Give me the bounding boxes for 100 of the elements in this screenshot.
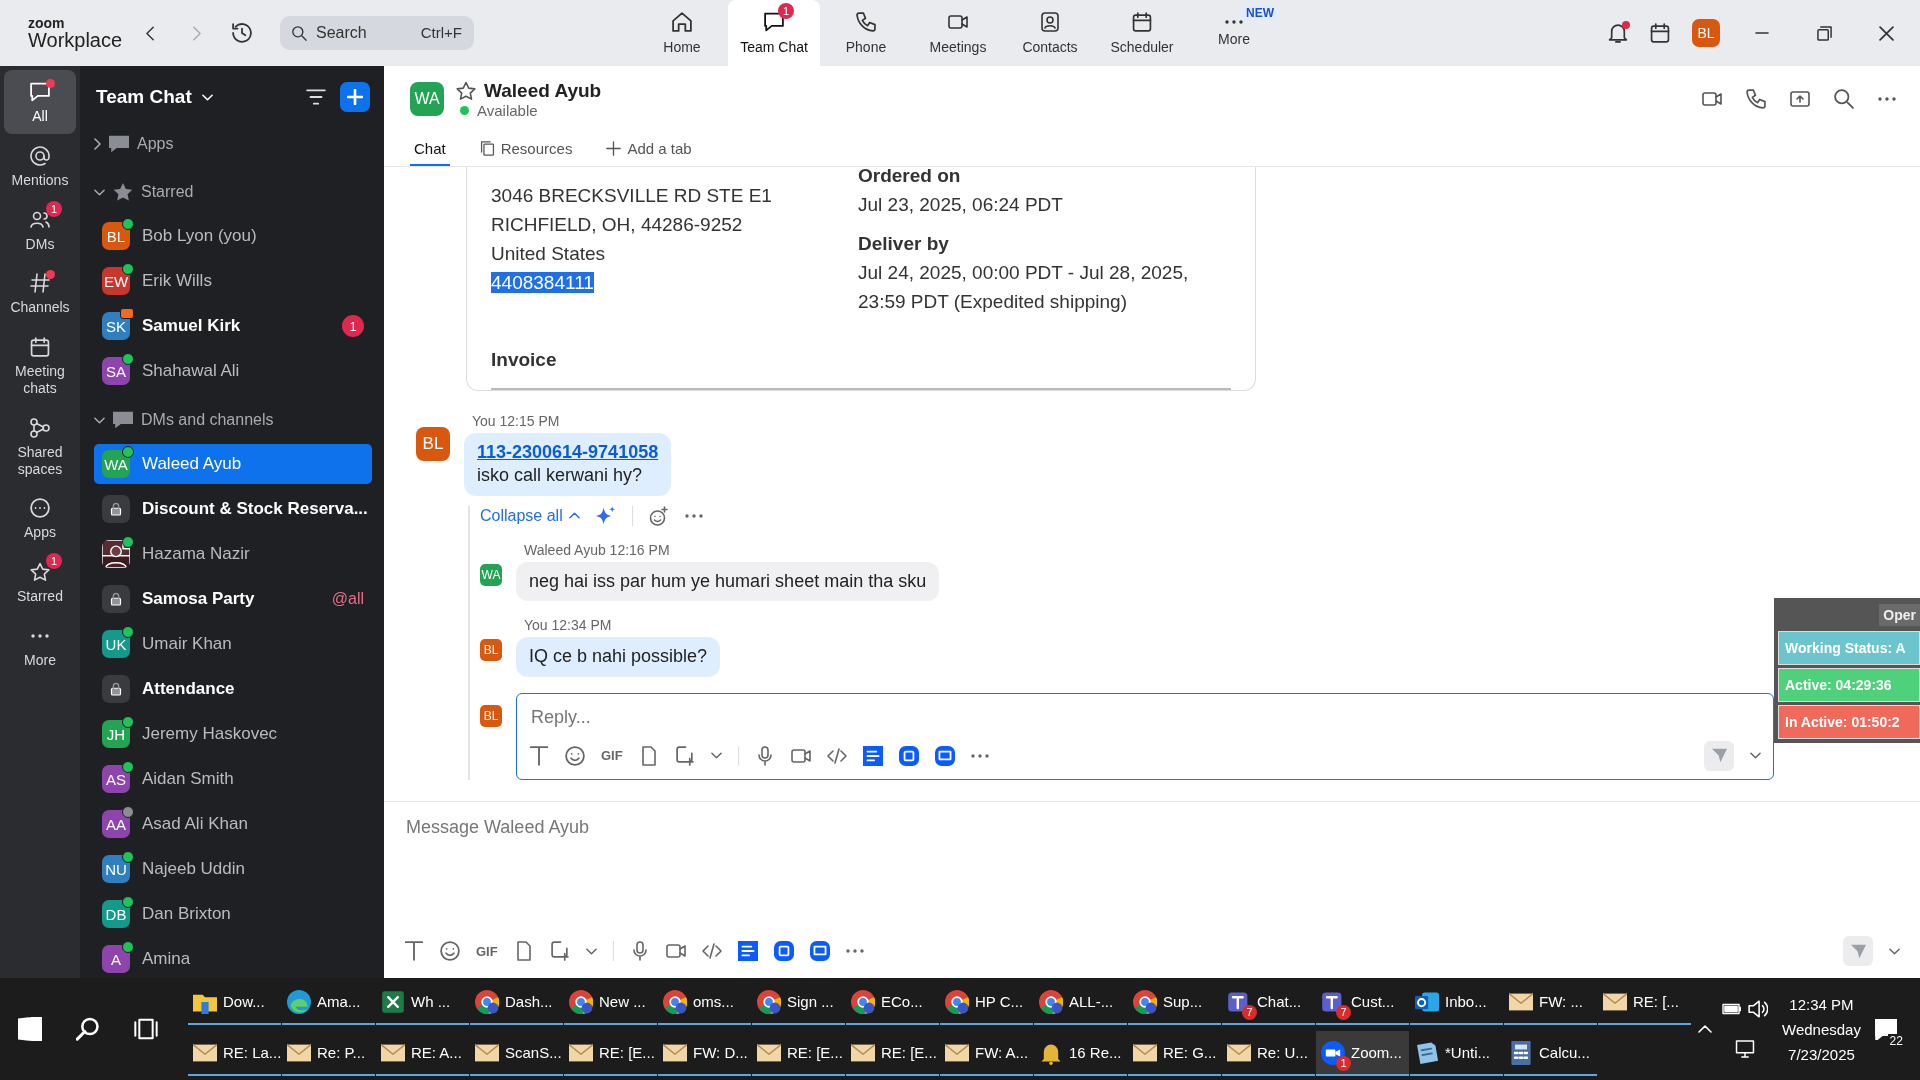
toolbar-button[interactable]: [585, 947, 597, 955]
send-button[interactable]: [1843, 936, 1873, 966]
toolbar-button[interactable]: [737, 941, 758, 961]
rail-item[interactable]: Shared spaces: [4, 405, 76, 487]
rail-item[interactable]: More: [4, 613, 76, 678]
conversation-item[interactable]: JH Jeremy Haskovec: [94, 714, 372, 754]
add-reaction-icon[interactable]: [648, 505, 669, 526]
rail-item[interactable]: Channels: [4, 261, 76, 326]
rail-item[interactable]: Apps: [4, 486, 76, 551]
taskbar-item[interactable]: 16 Re...: [1034, 1031, 1127, 1076]
open-button[interactable]: Oper: [1879, 604, 1920, 626]
taskbar-item[interactable]: ScanS...: [470, 1031, 563, 1076]
share-screen-icon[interactable]: [1790, 89, 1810, 109]
taskbar-item[interactable]: Calcu...: [1504, 1031, 1597, 1076]
conversation-item[interactable]: WA Waleed Ayub: [94, 444, 372, 484]
system-clock[interactable]: 12:34 PM Wednesday 7/23/2025: [1778, 995, 1865, 1063]
nav-tab[interactable]: Contacts: [1004, 0, 1096, 66]
conversation-item[interactable]: DB Dan Brixton: [94, 894, 372, 934]
taskbar-item[interactable]: ALL-...: [1034, 980, 1127, 1025]
taskbar-item[interactable]: *Unti...: [1410, 1031, 1503, 1076]
taskbar-item[interactable]: Inbo...: [1410, 980, 1503, 1025]
conversation-item[interactable]: NU Najeeb Uddin: [94, 849, 372, 889]
toolbar-button[interactable]: [549, 941, 570, 961]
taskbar-item[interactable]: HP C...: [940, 980, 1033, 1025]
toolbar-button[interactable]: [674, 745, 695, 766]
rail-item[interactable]: All: [4, 70, 76, 134]
taskbar-item[interactable]: RE: [E...: [846, 1031, 939, 1076]
taskbar-item[interactable]: Wh ...: [376, 980, 469, 1025]
rail-item[interactable]: 1 Starred: [4, 550, 76, 614]
chat-tab[interactable]: Chat: [410, 132, 450, 166]
taskbar-item[interactable]: RE: [...: [1598, 980, 1691, 1025]
conversation-item[interactable]: SA Shahawal Ali: [94, 351, 372, 391]
conversation-item[interactable]: SK Samuel Kirk 1: [94, 306, 372, 346]
nav-tab[interactable]: Scheduler: [1096, 0, 1188, 66]
conversation-item[interactable]: Hazama Nazir: [94, 534, 372, 574]
toolbar-button[interactable]: [809, 941, 830, 961]
taskbar-item[interactable]: Re: U...: [1222, 1031, 1315, 1076]
collapse-all-link[interactable]: Collapse all: [480, 506, 580, 525]
new-chat-button[interactable]: [340, 82, 370, 112]
taskbar-item[interactable]: RE: G...: [1128, 1031, 1221, 1076]
calendar-icon[interactable]: [1650, 23, 1670, 43]
conversation-item[interactable]: AA Asad Ali Khan: [94, 804, 372, 844]
taskbar-item[interactable]: RE: A...: [376, 1031, 469, 1076]
send-options-button[interactable]: [1889, 947, 1900, 955]
order-link[interactable]: 113-2300614-9741058: [477, 442, 659, 462]
toolbar-button[interactable]: [404, 941, 424, 961]
section-header[interactable]: Starred: [94, 168, 372, 216]
star-icon[interactable]: [456, 80, 476, 101]
search-icon[interactable]: [1834, 89, 1854, 109]
rail-item[interactable]: Meeting chats: [4, 325, 76, 406]
nav-tab[interactable]: Phone: [820, 0, 912, 66]
toolbar-button[interactable]: [529, 745, 549, 766]
conversation-item[interactable]: Attendance: [94, 669, 372, 709]
monitor-icon[interactable]: [1735, 1040, 1755, 1058]
taskbar-item[interactable]: Sign ...: [752, 980, 845, 1025]
conversation-item[interactable]: Discount & Stock Reserva...: [94, 489, 372, 529]
taskbar-item[interactable]: Sup...: [1128, 980, 1221, 1025]
taskbar-item[interactable]: Ama...: [282, 980, 375, 1025]
taskbar-item[interactable]: New ...: [564, 980, 657, 1025]
taskbar-item[interactable]: Dash...: [470, 980, 563, 1025]
taskbar-item[interactable]: Dow...: [188, 980, 281, 1025]
toolbar-button[interactable]: [565, 745, 585, 766]
conversation-item[interactable]: EW Erik Wills: [94, 261, 372, 301]
task-view-icon[interactable]: [134, 1017, 158, 1041]
toolbar-button[interactable]: [440, 941, 460, 961]
rail-item[interactable]: 1 DMs: [4, 197, 76, 262]
taskbar-item[interactable]: FW: ...: [1504, 980, 1597, 1025]
section-header[interactable]: DMs and channels: [94, 396, 372, 444]
toolbar-button[interactable]: [845, 949, 864, 953]
panel-title[interactable]: Team Chat: [96, 86, 213, 108]
chat-tab[interactable]: Add a tab: [602, 132, 696, 166]
taskbar-item[interactable]: ECo...: [846, 980, 939, 1025]
notification-bell-icon[interactable]: [1608, 23, 1628, 43]
nav-tab[interactable]: NEW More: [1188, 0, 1280, 66]
toolbar-button[interactable]: [773, 941, 794, 961]
taskbar-item[interactable]: 7 Cust...: [1316, 980, 1409, 1025]
taskbar-item[interactable]: Re: P...: [282, 1031, 375, 1076]
chevron-up-icon[interactable]: [1698, 1025, 1712, 1033]
nav-tab[interactable]: Meetings: [912, 0, 1004, 66]
toolbar-button[interactable]: [970, 753, 989, 758]
search-icon[interactable]: [76, 1017, 100, 1041]
send-button[interactable]: [1704, 740, 1734, 771]
reply-field[interactable]: Reply... GIF: [516, 692, 1774, 780]
toolbar-button[interactable]: [665, 941, 686, 961]
toolbar-button[interactable]: [710, 752, 722, 760]
conversation-item[interactable]: AS Aidan Smith: [94, 759, 372, 799]
gif-button[interactable]: GIF: [601, 748, 623, 764]
nav-tab[interactable]: Home: [636, 0, 728, 66]
taskbar-item[interactable]: RE: [E...: [752, 1031, 845, 1076]
conversation-item[interactable]: UK Umair Khan: [94, 624, 372, 664]
conversation-item[interactable]: BL Bob Lyon (you): [94, 216, 372, 256]
profile-avatar[interactable]: BL: [1692, 19, 1720, 47]
chat-tab[interactable]: Resources: [475, 132, 577, 166]
nav-tab[interactable]: 1 Team Chat: [728, 0, 820, 66]
taskbar-item[interactable]: FW: A...: [940, 1031, 1033, 1076]
toolbar-button[interactable]: [898, 745, 919, 766]
taskbar-item[interactable]: RE: La...: [188, 1031, 281, 1076]
start-icon[interactable]: [18, 1017, 42, 1041]
toolbar-button[interactable]: [862, 745, 883, 766]
section-header[interactable]: Apps: [94, 120, 372, 168]
